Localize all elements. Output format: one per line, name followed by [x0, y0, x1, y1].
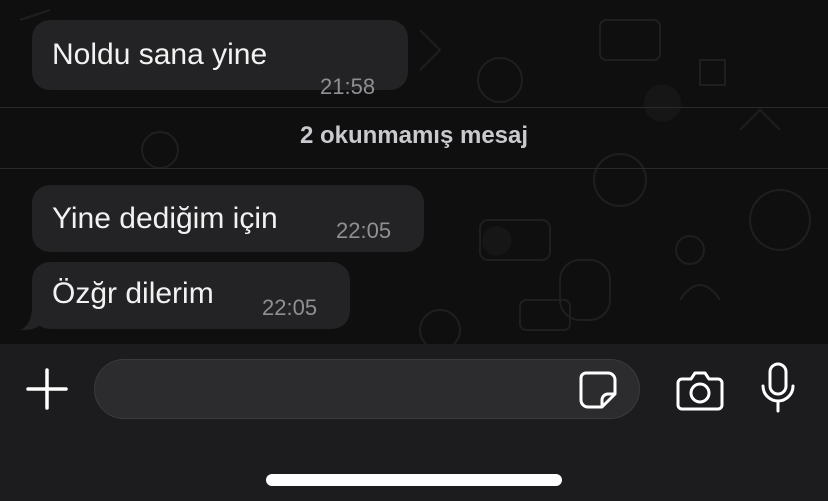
message-input[interactable]: [115, 360, 579, 420]
message-bubble[interactable]: Noldu sana yine 21:58: [32, 20, 408, 99]
bubble-tail: [20, 308, 46, 331]
message-time: 22:05: [262, 295, 318, 320]
unread-divider-bottom: [0, 168, 828, 169]
message-bubble[interactable]: Özğr dilerim 22:05: [32, 262, 350, 329]
plus-icon[interactable]: [26, 368, 68, 410]
unread-divider-top: [0, 107, 828, 108]
message-input-field[interactable]: [94, 359, 640, 420]
message-text: Özğr dilerim: [52, 277, 214, 310]
message-bubble[interactable]: Yine dediğim için 22:05: [32, 185, 424, 252]
message-time: 21:58: [320, 74, 376, 99]
message-text: Yine dediğim için: [52, 202, 278, 235]
microphone-icon[interactable]: [760, 362, 796, 414]
unread-messages-label: 2 okunmamış mesaj: [299, 122, 529, 149]
message-time: 22:05: [336, 218, 392, 243]
chat-area: Noldu sana yine 21:58 2 okunmamış mesaj …: [0, 0, 828, 344]
home-indicator[interactable]: [266, 474, 562, 486]
camera-icon[interactable]: [676, 369, 724, 411]
sticker-icon[interactable]: [578, 370, 618, 410]
message-text: Noldu sana yine: [52, 38, 268, 71]
